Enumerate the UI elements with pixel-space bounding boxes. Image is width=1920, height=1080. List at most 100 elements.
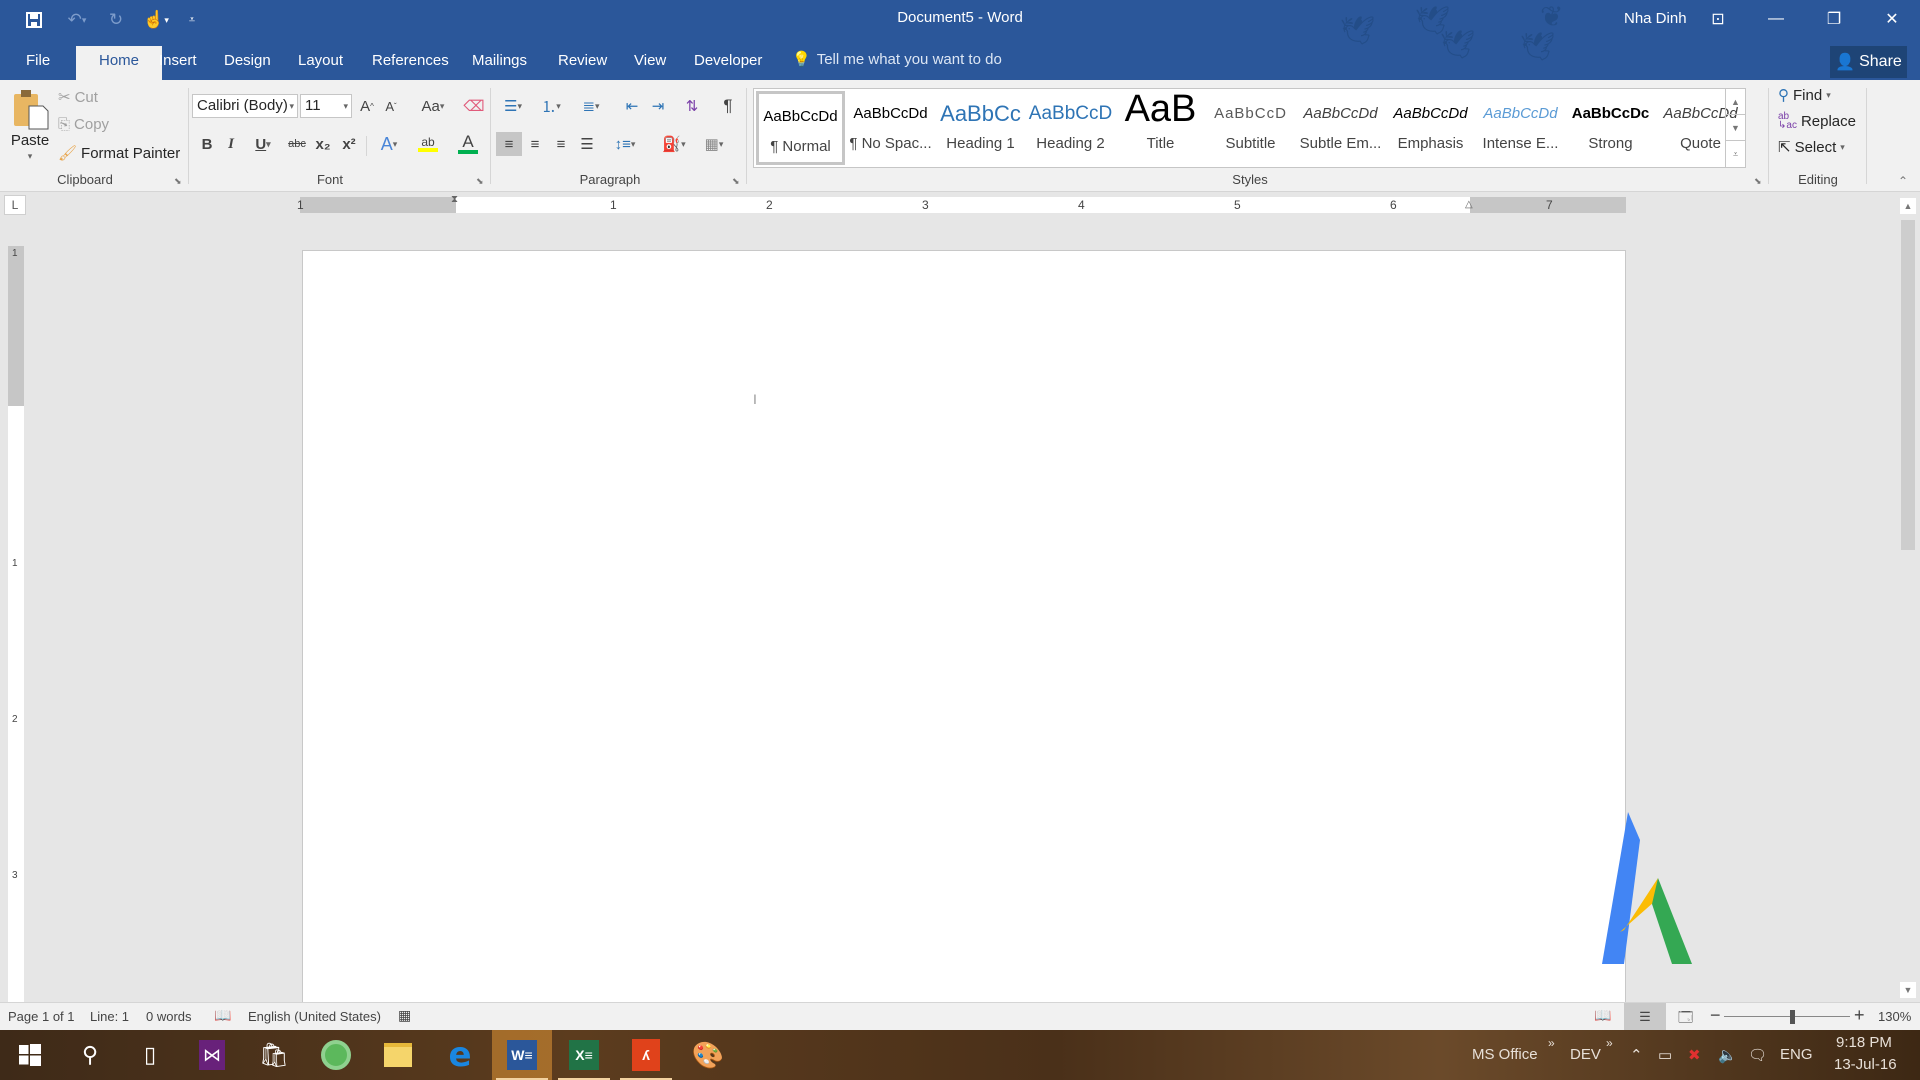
show-hidden-icons-icon[interactable]: ⌃: [1630, 1046, 1643, 1064]
multilevel-list-button[interactable]: ≣ ▾: [574, 94, 608, 118]
tab-layout[interactable]: Layout: [284, 46, 357, 80]
copy-button[interactable]: ⎘ Copy: [58, 116, 109, 133]
excel-app[interactable]: X≡: [554, 1030, 614, 1080]
ribbon-display-options-icon[interactable]: ⊡: [1690, 0, 1746, 38]
style-strong[interactable]: AaBbCcDc Strong: [1566, 91, 1655, 165]
borders-button[interactable]: ▦ ▾: [696, 132, 732, 156]
style-heading-2[interactable]: AaBbCcD Heading 2: [1026, 91, 1115, 165]
decrease-indent-button[interactable]: ⇤: [620, 94, 644, 118]
start-button[interactable]: [0, 1030, 60, 1080]
align-left-button[interactable]: ≡: [496, 132, 522, 156]
scroll-thumb[interactable]: [1901, 220, 1915, 550]
styles-launcher-icon[interactable]: ⬊: [1754, 176, 1762, 187]
toolbar-expand-icon[interactable]: »: [1548, 1036, 1555, 1050]
toolbar-ms-office[interactable]: MS Office: [1472, 1046, 1538, 1063]
horizontal-ruler[interactable]: 1 1 2 3 4 5 6 7 ⧗ △: [297, 194, 1626, 213]
change-case-button[interactable]: Aa ▾: [416, 94, 450, 118]
paste-button[interactable]: Paste ▾: [10, 88, 50, 174]
page-count[interactable]: Page 1 of 1: [8, 1009, 75, 1024]
font-launcher-icon[interactable]: ⬊: [476, 176, 484, 187]
search-button[interactable]: ⚲: [60, 1030, 120, 1080]
language-indicator[interactable]: English (United States): [248, 1009, 381, 1024]
toolbar-dev[interactable]: DEV: [1570, 1046, 1601, 1063]
sort-button[interactable]: ⇅: [680, 94, 704, 118]
font-size-select[interactable]: 11 ▾: [300, 94, 352, 118]
shading-button[interactable]: ⛽ ▾: [656, 132, 692, 156]
word-count[interactable]: 0 words: [146, 1009, 192, 1024]
word-app[interactable]: W≡: [492, 1030, 552, 1080]
restore-button[interactable]: ❐: [1806, 0, 1862, 38]
tab-mailings[interactable]: Mailings: [458, 46, 541, 80]
style-subtitle[interactable]: AaBbCcD Subtitle: [1206, 91, 1295, 165]
right-indent-marker[interactable]: △: [1465, 199, 1473, 210]
store-app[interactable]: 🛍: [244, 1030, 304, 1080]
line-spacing-button[interactable]: ↕≡ ▾: [608, 132, 642, 156]
zoom-out-button[interactable]: −: [1710, 1005, 1721, 1026]
zoom-slider-thumb[interactable]: [1789, 1010, 1795, 1024]
volume-icon[interactable]: 🔈: [1718, 1046, 1737, 1064]
align-right-button[interactable]: ≡: [548, 132, 574, 156]
font-name-select[interactable]: Calibri (Body) ▾: [192, 94, 298, 118]
numbering-button[interactable]: ⒈ ▾: [534, 94, 568, 118]
file-explorer-app[interactable]: [368, 1030, 428, 1080]
superscript-button[interactable]: x²: [338, 132, 360, 156]
styles-more-icon[interactable]: ⩡: [1725, 141, 1745, 167]
styles-scroll-up-icon[interactable]: ▲: [1725, 89, 1745, 115]
paragraph-launcher-icon[interactable]: ⬊: [732, 176, 740, 187]
zoom-level[interactable]: 130%: [1878, 1009, 1911, 1024]
first-line-indent-marker[interactable]: ⧗: [451, 194, 458, 205]
show-hide-marks-button[interactable]: ¶: [716, 94, 740, 118]
clock-time[interactable]: 9:18 PM: [1836, 1034, 1892, 1051]
user-name[interactable]: Nha Dinh: [1624, 10, 1687, 27]
grow-font-button[interactable]: A ^: [356, 94, 378, 118]
bullets-button[interactable]: ☰ ▾: [496, 94, 530, 118]
clear-formatting-button[interactable]: ⌫: [462, 94, 486, 118]
proofing-icon[interactable]: 📖: [214, 1007, 231, 1024]
print-layout-icon[interactable]: ☰: [1624, 1003, 1666, 1030]
action-center-icon[interactable]: 🗨: [1748, 1046, 1767, 1064]
strikethrough-button[interactable]: abc: [284, 132, 310, 156]
tell-me-box[interactable]: 💡 Tell me what you want to do: [792, 50, 1002, 69]
macro-recording-icon[interactable]: ▦: [398, 1007, 411, 1024]
style-no-spacing[interactable]: AaBbCcDd ¶ No Spac...: [846, 91, 935, 165]
zoom-slider-track[interactable]: [1724, 1016, 1850, 1017]
collapse-ribbon-icon[interactable]: ⌃: [1898, 174, 1908, 188]
tab-file[interactable]: File: [12, 46, 64, 80]
line-number[interactable]: Line: 1: [90, 1009, 129, 1024]
minimize-button[interactable]: —: [1748, 0, 1804, 38]
acrobat-app[interactable]: ʎ: [616, 1030, 676, 1080]
scroll-up-icon[interactable]: ▲: [1900, 198, 1916, 214]
underline-button[interactable]: U ▾: [246, 132, 280, 156]
tab-developer[interactable]: Developer: [680, 46, 776, 80]
close-button[interactable]: ✕: [1864, 0, 1920, 38]
edge-app[interactable]: e: [430, 1030, 490, 1080]
vertical-scrollbar[interactable]: ▲ ▼: [1896, 196, 1920, 1000]
task-view-button[interactable]: ▯: [120, 1030, 180, 1080]
zoom-in-button[interactable]: +: [1854, 1005, 1865, 1026]
vertical-ruler[interactable]: 1 1 2 3: [8, 246, 24, 1006]
wifi-disconnected-icon[interactable]: ✖: [1688, 1046, 1701, 1064]
bold-button[interactable]: B: [196, 132, 218, 156]
cut-button[interactable]: ✂ Cut: [58, 88, 98, 107]
visual-studio-app[interactable]: ⋈: [182, 1030, 242, 1080]
style-title[interactable]: AaB Title: [1116, 91, 1205, 165]
style-intense-emphasis[interactable]: AaBbCcDd Intense E...: [1476, 91, 1565, 165]
paste-dropdown-icon[interactable]: ▾: [28, 151, 33, 162]
read-mode-icon[interactable]: 📖: [1594, 1007, 1611, 1024]
select-button[interactable]: ⇱ Select ▾: [1778, 138, 1845, 157]
italic-button[interactable]: I: [220, 132, 242, 156]
tab-design[interactable]: Design: [210, 46, 285, 80]
tab-insert[interactable]: Insert: [145, 46, 211, 80]
clock-date[interactable]: 13-Jul-16: [1834, 1056, 1897, 1073]
document-page[interactable]: I: [302, 250, 1626, 1002]
tab-view[interactable]: View: [620, 46, 680, 80]
web-layout-icon[interactable]: 🗔: [1678, 1007, 1693, 1031]
tab-selector-button[interactable]: L: [4, 195, 26, 215]
input-language[interactable]: ENG: [1780, 1046, 1813, 1063]
shrink-font-button[interactable]: Aˇ: [380, 94, 402, 118]
find-button[interactable]: ⚲ Find ▾: [1778, 86, 1831, 105]
style-heading-1[interactable]: AaBbCc Heading 1: [936, 91, 1025, 165]
align-center-button[interactable]: ≡: [522, 132, 548, 156]
tab-review[interactable]: Review: [544, 46, 621, 80]
highlight-button[interactable]: ab: [410, 132, 446, 156]
